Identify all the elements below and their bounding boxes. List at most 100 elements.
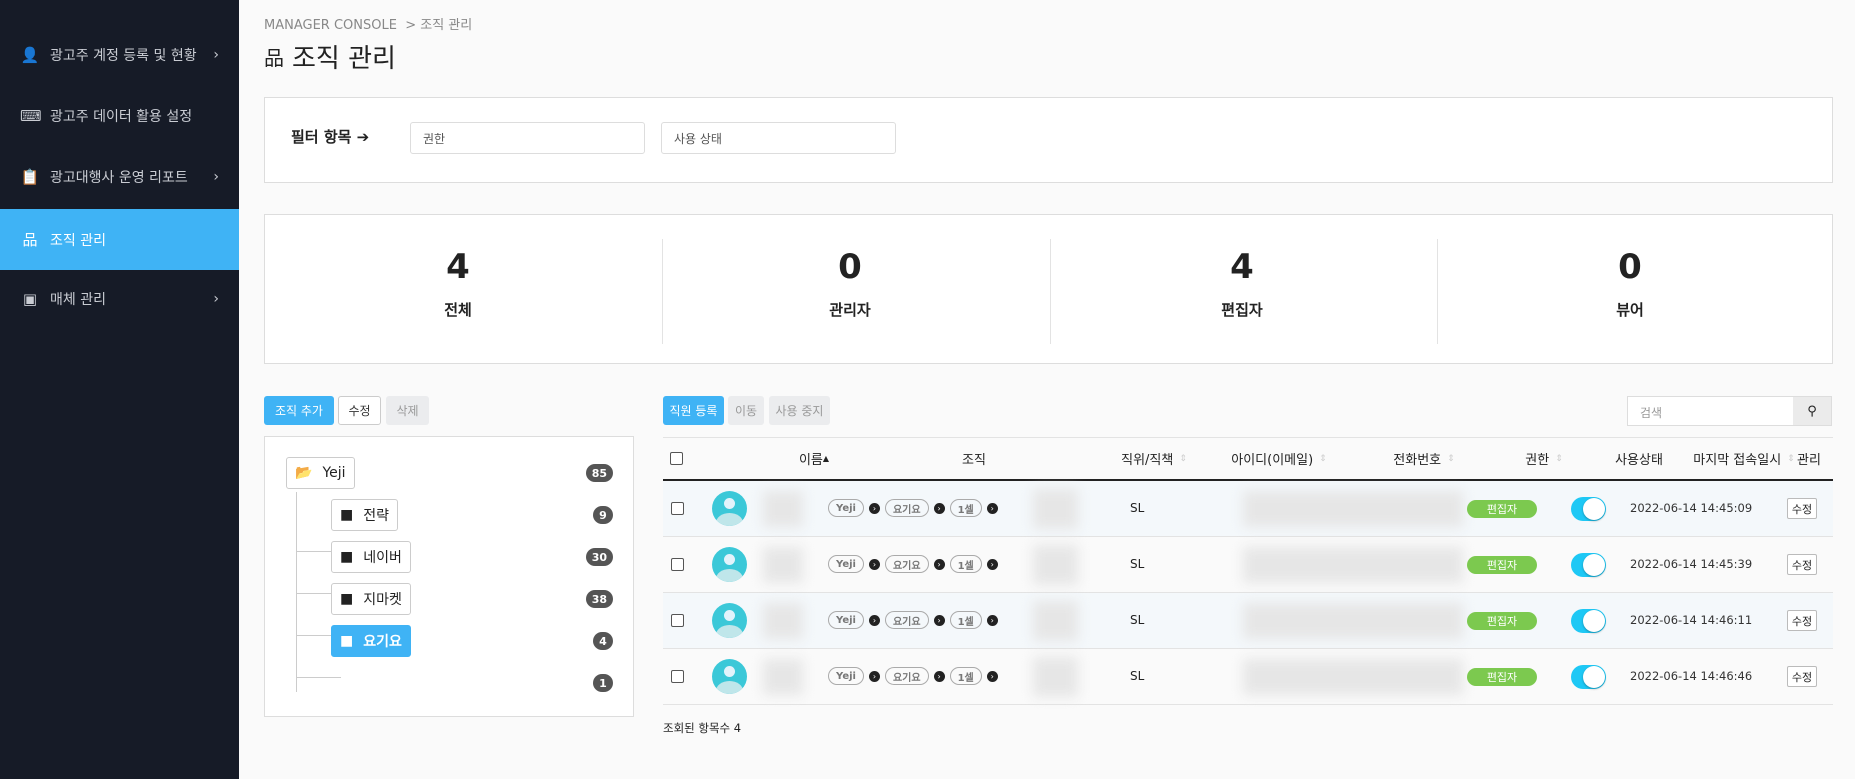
org-path: Yeji › 요기요 › 1셀 › (828, 499, 1003, 517)
stat-label: 관리자 (829, 301, 871, 319)
filter-label-text: 필터 항목 (291, 128, 352, 146)
status-toggle[interactable] (1571, 609, 1606, 633)
edit-button[interactable]: 수정 (1787, 554, 1817, 575)
sidebar-item-agency-report[interactable]: 📋 광고대행사 운영 리포트 › (0, 146, 239, 207)
table-row[interactable]: Yeji › 요기요 › 1셀 › SL 편집자 2022-06-14 14:46:46 … (663, 649, 1833, 705)
blurred-name (763, 491, 803, 527)
folder-icon: ■ (340, 507, 354, 523)
row-checkbox[interactable] (671, 614, 684, 627)
count-badge: 85 (585, 464, 613, 482)
chevron-circle-right-icon: › (986, 502, 998, 514)
stat-value: 0 (838, 247, 862, 287)
filter-status-select[interactable]: 사용 상태 (661, 122, 896, 154)
avatar (712, 491, 747, 526)
sidebar-item-data-settings[interactable]: ⌨ 광고주 데이터 활용 설정 (0, 85, 239, 146)
move-button[interactable]: 이동 (728, 396, 764, 425)
tree-node[interactable]: ■ 지마켓 (331, 583, 411, 615)
user-gear-icon: 👤 (20, 45, 40, 64)
breadcrumb-root[interactable]: MANAGER CONSOLE (264, 18, 397, 33)
edit-button[interactable]: 수정 (1787, 610, 1817, 631)
row-checkbox[interactable] (671, 558, 684, 571)
sidebar-item-organization[interactable]: 品 조직 관리 (0, 209, 239, 270)
position-cell: SL (1130, 557, 1145, 571)
org-pill: 1셀 (949, 611, 982, 629)
status-toggle[interactable] (1571, 665, 1606, 689)
col-status[interactable]: 사용상태 (1599, 438, 1679, 479)
chevron-circle-right-icon: › (933, 614, 945, 626)
col-label: 직위/직책 (1121, 453, 1174, 468)
chevron-circle-right-icon: › (986, 558, 998, 570)
col-label: 조직 (962, 453, 986, 468)
register-employee-button[interactable]: 직원 등록 (663, 396, 724, 425)
col-position[interactable]: 직위/직책 ⇕ (1109, 438, 1199, 479)
result-count: 조회된 항목수 4 (663, 721, 742, 735)
edit-button[interactable]: 수정 (1787, 498, 1817, 519)
sidebar-item-advertiser-accounts[interactable]: 👤 광고주 계정 등록 및 현황 › (0, 24, 239, 85)
col-phone[interactable]: 전화번호 ⇕ (1359, 438, 1489, 479)
chevron-right-icon: › (213, 290, 219, 307)
col-org[interactable]: 조직 (899, 438, 1049, 479)
sort-icon: ⇕ (1447, 453, 1455, 464)
org-path: Yeji › 요기요 › 1셀 › (828, 611, 1003, 629)
col-email[interactable]: 아이디(이메일) ⇕ (1199, 438, 1359, 479)
edit-org-button[interactable]: 수정 (338, 396, 381, 425)
select-all-checkbox[interactable] (670, 452, 683, 465)
blurred-name (763, 659, 803, 695)
count-badge: 38 (585, 590, 613, 608)
count-badge: 4 (593, 632, 613, 650)
blurred-contact (1243, 659, 1463, 695)
sidebar-item-label: 광고주 계정 등록 및 현황 (50, 47, 197, 64)
tree-line (296, 677, 341, 678)
col-role[interactable]: 권한 ⇕ (1489, 438, 1599, 479)
status-toggle[interactable] (1571, 553, 1606, 577)
org-pill: Yeji (828, 499, 864, 517)
row-checkbox[interactable] (671, 670, 684, 683)
tree-node-label: 전략 (363, 508, 389, 524)
org-path: Yeji › 요기요 › 1셀 › (828, 667, 1003, 685)
col-manage: 관리 (1784, 438, 1834, 479)
sidebar-item-media[interactable]: ▣ 매체 관리 › (0, 268, 239, 329)
page-title-text: 조직 관리 (292, 44, 396, 74)
position-cell: SL (1130, 669, 1145, 683)
chevron-circle-right-icon: ➔ (356, 128, 370, 146)
chevron-circle-right-icon: › (868, 502, 880, 514)
search-input[interactable]: 검색 (1628, 397, 1793, 425)
delete-org-button[interactable]: 삭제 (386, 396, 429, 425)
last-login-cell: 2022-06-14 14:46:46 (1630, 669, 1753, 683)
role-badge: 편집자 (1467, 556, 1537, 574)
org-pill: 요기요 (884, 667, 929, 685)
tree-node-root[interactable]: 📂 Yeji (286, 457, 355, 489)
row-checkbox[interactable] (671, 502, 684, 515)
table-row[interactable]: Yeji › 요기요 › 1셀 › SL 편집자 2022-06-14 14:45:09 … (663, 481, 1833, 537)
stat-label: 편집자 (1221, 301, 1263, 319)
org-path: Yeji › 요기요 › 1셀 › (828, 555, 1003, 573)
chevron-circle-right-icon: › (933, 502, 945, 514)
edit-button[interactable]: 수정 (1787, 666, 1817, 687)
tree-node-selected[interactable]: ■ 요기요 (331, 625, 411, 657)
org-pill: Yeji (828, 555, 864, 573)
tree-node[interactable]: ■ 전략 (331, 499, 398, 531)
col-label: 마지막 접속일시 (1693, 453, 1782, 468)
stat-value: 4 (446, 247, 470, 287)
col-name[interactable]: 이름 ▲ (779, 438, 849, 479)
stats-panel: 4 전체 0 관리자 4 편집자 0 뷰어 (264, 214, 1833, 364)
blurred-name (763, 547, 803, 583)
search-icon[interactable]: ⚲ (1793, 397, 1831, 425)
table-row[interactable]: Yeji › 요기요 › 1셀 › SL 편집자 2022-06-14 14:46:11 … (663, 593, 1833, 649)
col-label: 관리 (1797, 453, 1821, 468)
tree-node[interactable]: ■ 네이버 (331, 541, 411, 573)
filter-role-select[interactable]: 권한 (410, 122, 645, 154)
filter-panel: 필터 항목 ➔ 권한 사용 상태 (264, 97, 1833, 183)
org-pill: 1셀 (949, 499, 982, 517)
suspend-button[interactable]: 사용 중지 (769, 396, 830, 425)
table-row[interactable]: Yeji › 요기요 › 1셀 › SL 편집자 2022-06-14 14:45:39 … (663, 537, 1833, 593)
folder-icon: ■ (340, 591, 354, 607)
sitemap-icon: 品 (264, 46, 284, 70)
position-cell: SL (1130, 501, 1145, 515)
add-org-button[interactable]: 조직 추가 (264, 396, 334, 425)
org-pill: Yeji (828, 611, 864, 629)
status-toggle[interactable] (1571, 497, 1606, 521)
filter-label: 필터 항목 ➔ (291, 126, 369, 147)
chevron-right-icon: › (213, 46, 219, 63)
position-cell: SL (1130, 613, 1145, 627)
